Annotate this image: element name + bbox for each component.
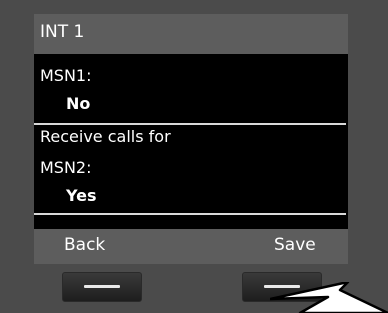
selection-separator-bottom — [34, 213, 346, 215]
dash-icon — [84, 285, 120, 288]
save-softkey-label[interactable]: Save — [274, 235, 316, 255]
softkey-bar: Back Save — [34, 229, 348, 264]
display-header: INT 1 — [34, 14, 348, 54]
msn2-value[interactable]: Yes — [66, 186, 97, 205]
selection-separator-top — [34, 123, 346, 125]
msn1-value[interactable]: No — [66, 94, 90, 113]
left-softkey-button[interactable] — [62, 272, 142, 302]
msn1-label: MSN1: — [40, 66, 92, 85]
screen-title: INT 1 — [40, 22, 85, 42]
msn2-label: MSN2: — [40, 158, 92, 177]
arrow-pointer-icon — [270, 282, 388, 313]
phone-display: INT 1 MSN1: No Receive calls for MSN2: Y… — [34, 14, 348, 264]
receive-calls-label: Receive calls for — [40, 127, 171, 146]
back-softkey-label[interactable]: Back — [64, 235, 105, 255]
